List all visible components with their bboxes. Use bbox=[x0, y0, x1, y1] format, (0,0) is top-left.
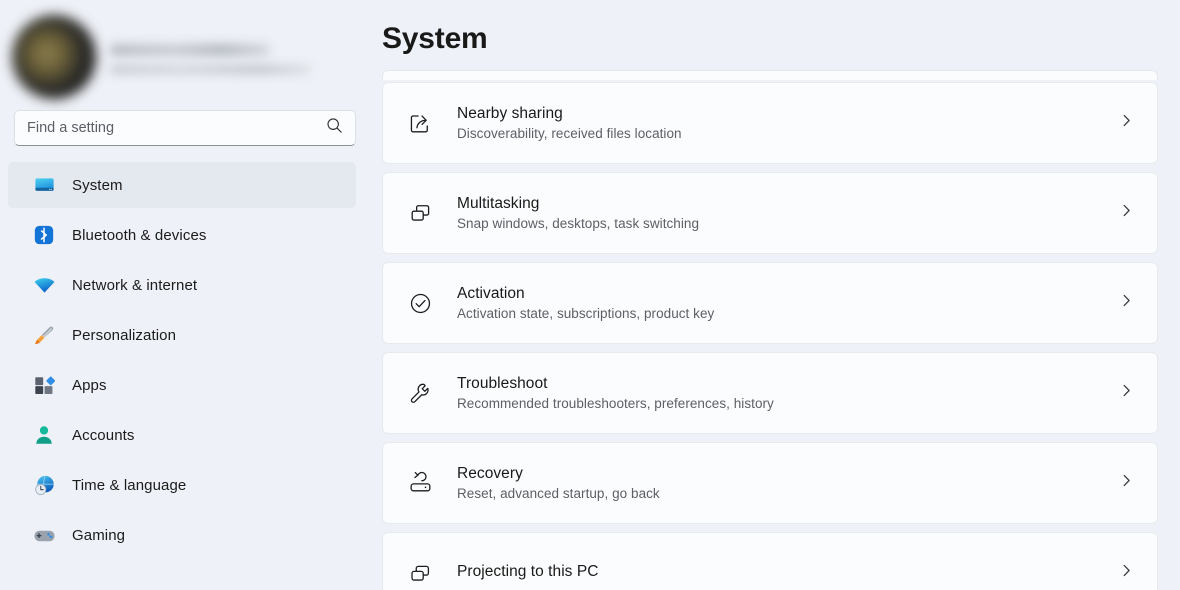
settings-card-activation[interactable]: Activation Activation state, subscriptio… bbox=[382, 262, 1158, 344]
card-text: Activation Activation state, subscriptio… bbox=[457, 285, 714, 321]
clock-globe-icon bbox=[32, 473, 56, 497]
chevron-right-icon[interactable] bbox=[1120, 294, 1133, 312]
chevron-right-icon[interactable] bbox=[1120, 384, 1133, 402]
sidebar-item-system[interactable]: System bbox=[8, 162, 356, 208]
sidebar-item-time-language[interactable]: Time & language bbox=[8, 462, 356, 508]
chevron-right-icon[interactable] bbox=[1120, 564, 1133, 582]
card-subtitle: Recommended troubleshooters, preferences… bbox=[457, 396, 774, 411]
wrench-icon bbox=[405, 378, 435, 408]
settings-window: System Bluetooth & devices bbox=[0, 0, 1180, 590]
settings-card-multitasking[interactable]: Multitasking Snap windows, desktops, tas… bbox=[382, 172, 1158, 254]
recovery-drive-icon bbox=[405, 468, 435, 498]
sidebar-item-label: Gaming bbox=[72, 526, 126, 544]
sidebar-item-personalization[interactable]: Personalization bbox=[8, 312, 356, 358]
scrolled-card-partial[interactable] bbox=[382, 70, 1158, 80]
card-title: Nearby sharing bbox=[457, 105, 563, 122]
card-title: Troubleshoot bbox=[457, 375, 548, 392]
multitasking-icon bbox=[405, 198, 435, 228]
card-title: Multitasking bbox=[457, 195, 540, 212]
search-input[interactable] bbox=[27, 120, 343, 136]
bluetooth-icon bbox=[32, 223, 56, 247]
account-email-redacted bbox=[110, 65, 310, 74]
main-content: System Nearby sharing Discoverability, r… bbox=[370, 0, 1180, 590]
sidebar-item-gaming[interactable]: Gaming bbox=[8, 512, 356, 558]
card-subtitle: Snap windows, desktops, task switching bbox=[457, 216, 700, 231]
card-subtitle: Discoverability, received files location bbox=[457, 126, 682, 141]
page-title: System bbox=[382, 22, 488, 55]
sidebar-item-apps[interactable]: Apps bbox=[8, 362, 356, 408]
check-circle-icon bbox=[405, 288, 435, 318]
card-title: Recovery bbox=[457, 465, 523, 482]
search-container bbox=[0, 110, 370, 146]
card-title: Projecting to this PC bbox=[457, 562, 599, 580]
sidebar-item-label: Time & language bbox=[72, 476, 187, 494]
sidebar-nav: System Bluetooth & devices Network & int… bbox=[0, 162, 370, 558]
paintbrush-icon bbox=[32, 323, 56, 347]
account-text bbox=[110, 40, 310, 74]
settings-card-nearby-sharing[interactable]: Nearby sharing Discoverability, received… bbox=[382, 82, 1158, 164]
settings-card-recovery[interactable]: Recovery Reset, advanced startup, go bac… bbox=[382, 442, 1158, 524]
chevron-right-icon[interactable] bbox=[1120, 204, 1133, 222]
card-text: Multitasking Snap windows, desktops, tas… bbox=[457, 195, 699, 231]
sidebar-item-label: Bluetooth & devices bbox=[72, 226, 207, 244]
wifi-icon bbox=[32, 273, 56, 297]
card-text: Projecting to this PC bbox=[457, 563, 598, 584]
gamepad-icon bbox=[32, 523, 56, 547]
card-subtitle: Reset, advanced startup, go back bbox=[457, 486, 660, 501]
sidebar-item-bluetooth-devices[interactable]: Bluetooth & devices bbox=[8, 212, 356, 258]
sidebar-item-label: Accounts bbox=[72, 426, 135, 444]
avatar[interactable] bbox=[12, 15, 96, 99]
account-name-redacted bbox=[110, 44, 270, 56]
sidebar-item-label: System bbox=[72, 176, 123, 194]
card-text: Recovery Reset, advanced startup, go bac… bbox=[457, 465, 660, 501]
apps-icon bbox=[32, 373, 56, 397]
settings-card-list: Nearby sharing Discoverability, received… bbox=[370, 70, 1180, 590]
card-text: Troubleshoot Recommended troubleshooters… bbox=[457, 375, 774, 411]
share-icon bbox=[405, 108, 435, 138]
settings-card-troubleshoot[interactable]: Troubleshoot Recommended troubleshooters… bbox=[382, 352, 1158, 434]
card-text: Nearby sharing Discoverability, received… bbox=[457, 105, 682, 141]
person-icon bbox=[32, 423, 56, 447]
sidebar-item-label: Apps bbox=[72, 376, 107, 394]
sidebar: System Bluetooth & devices bbox=[0, 0, 370, 590]
account-header[interactable] bbox=[0, 0, 370, 100]
card-title: Activation bbox=[457, 285, 525, 302]
settings-card-projecting-to-this-pc[interactable]: Projecting to this PC bbox=[382, 532, 1158, 590]
sidebar-item-network-internet[interactable]: Network & internet bbox=[8, 262, 356, 308]
sidebar-item-label: Network & internet bbox=[72, 276, 198, 294]
search-box[interactable] bbox=[14, 110, 356, 146]
chevron-right-icon[interactable] bbox=[1120, 474, 1133, 492]
project-screen-icon bbox=[405, 558, 435, 588]
sidebar-item-accounts[interactable]: Accounts bbox=[8, 412, 356, 458]
card-subtitle: Activation state, subscriptions, product… bbox=[457, 306, 715, 321]
chevron-right-icon[interactable] bbox=[1120, 114, 1133, 132]
monitor-icon bbox=[32, 173, 56, 197]
sidebar-item-label: Personalization bbox=[72, 326, 177, 344]
search-icon bbox=[326, 117, 343, 139]
